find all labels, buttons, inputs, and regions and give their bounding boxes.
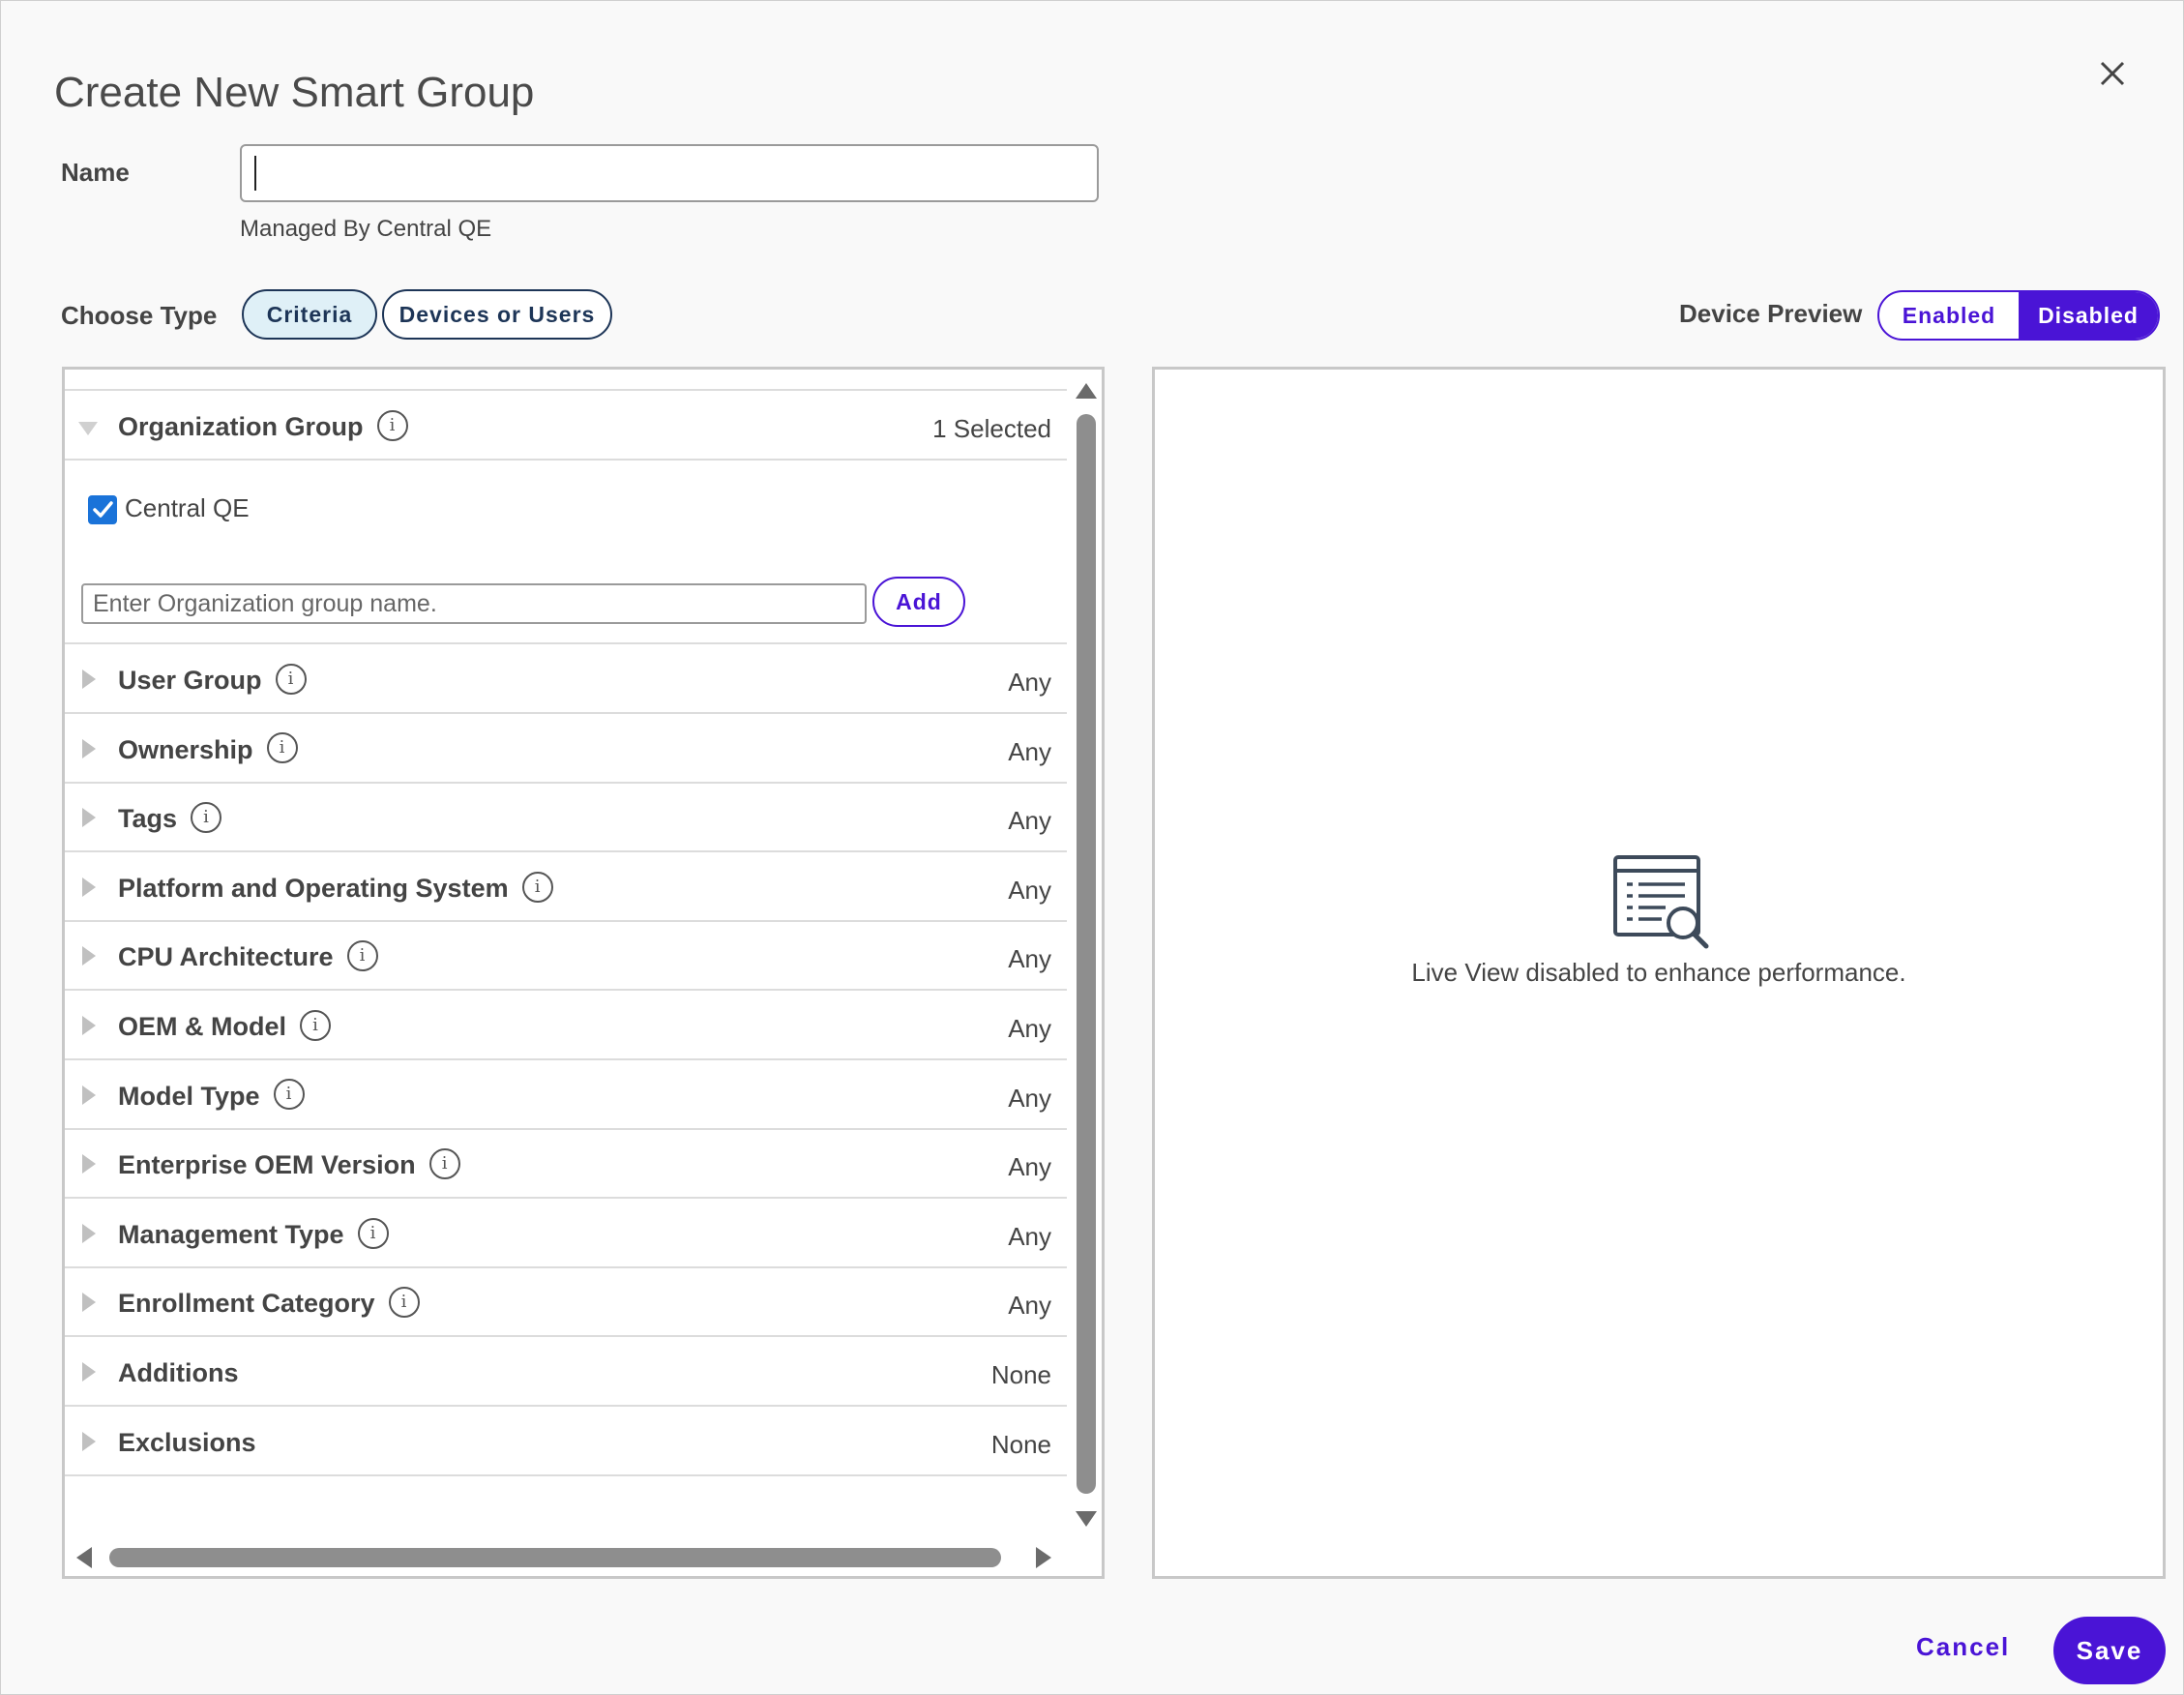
info-icon[interactable]: i — [346, 940, 378, 972]
organization-group-expanded: Central QE Add — [65, 461, 1067, 644]
criteria-row-additions[interactable]: Additions None — [65, 1339, 1067, 1407]
expand-caret-icon[interactable] — [82, 1293, 96, 1313]
criteria-label: Tags — [118, 804, 178, 834]
choose-type-label: Choose Type — [61, 301, 218, 330]
report-search-icon — [1613, 855, 1709, 949]
criteria-value: Any — [1008, 1221, 1051, 1251]
criteria-row-enterprise-oem-version[interactable]: Enterprise OEM Version i Any — [65, 1131, 1067, 1200]
vertical-scroll-thumb[interactable] — [1077, 414, 1096, 1494]
managed-by-text: Managed By Central QE — [240, 216, 492, 242]
device-preview-panel: Live View disabled to enhance performanc… — [1152, 367, 2166, 1579]
device-preview-disabled[interactable]: Disabled — [2019, 292, 2158, 339]
info-icon[interactable]: i — [275, 663, 307, 695]
horizontal-scrollbar[interactable] — [65, 1540, 1102, 1575]
criteria-value: Any — [1008, 736, 1051, 766]
scroll-down-arrow-icon[interactable] — [1076, 1511, 1097, 1527]
add-button[interactable]: Add — [872, 577, 965, 627]
name-label: Name — [61, 158, 130, 187]
horizontal-scroll-thumb[interactable] — [109, 1548, 1001, 1567]
create-smart-group-dialog: Create New Smart Group Name Managed By C… — [0, 0, 2184, 1695]
expand-caret-icon[interactable] — [82, 738, 96, 758]
criteria-row-management-type[interactable]: Management Type i Any — [65, 1201, 1067, 1268]
text-cursor — [254, 156, 256, 191]
criteria-row-exclusions[interactable]: Exclusions None — [65, 1409, 1067, 1476]
criteria-label: OEM & Model — [118, 1012, 286, 1041]
criteria-label: User Group — [118, 666, 262, 695]
scroll-right-arrow-icon[interactable] — [1036, 1547, 1051, 1568]
expand-caret-icon[interactable] — [82, 808, 96, 828]
criteria-value: Any — [1008, 875, 1051, 905]
criteria-label: Additions — [118, 1358, 239, 1387]
criteria-label: CPU Architecture — [118, 942, 334, 972]
criteria-label: Exclusions — [118, 1427, 256, 1457]
collapse-caret-icon[interactable] — [78, 422, 98, 435]
device-preview-enabled[interactable]: Enabled — [1879, 292, 2019, 339]
expand-caret-icon[interactable] — [82, 1085, 96, 1105]
scroll-left-arrow-icon[interactable] — [76, 1547, 92, 1568]
central-qe-checkbox[interactable] — [88, 495, 117, 524]
info-icon[interactable]: i — [521, 871, 553, 903]
criteria-label: Enterprise OEM Version — [118, 1150, 416, 1180]
criteria-label: Enrollment Category — [118, 1289, 375, 1319]
criteria-value: Any — [1008, 1083, 1051, 1113]
close-button[interactable] — [2090, 51, 2135, 96]
criteria-value: Any — [1008, 1014, 1051, 1043]
criteria-label: Ownership — [118, 734, 253, 764]
criteria-value: Any — [1008, 668, 1051, 697]
cancel-button[interactable]: Cancel — [1916, 1632, 2010, 1662]
expand-caret-icon[interactable] — [82, 1016, 96, 1035]
criteria-value: None — [990, 1360, 1051, 1389]
info-icon[interactable]: i — [428, 1148, 460, 1180]
criteria-row-ownership[interactable]: Ownership i Any — [65, 716, 1067, 784]
choose-type-devices-or-users[interactable]: Devices or Users — [382, 289, 612, 340]
divider — [65, 389, 1067, 391]
criteria-panel: Organization Group i 1 Selected Central Q… — [62, 367, 1105, 1579]
info-icon[interactable]: i — [300, 1009, 331, 1041]
criteria-label: Model Type — [118, 1081, 260, 1111]
criteria-value: Any — [1008, 944, 1051, 974]
criteria-label: Management Type — [118, 1219, 344, 1249]
criteria-value: Any — [1008, 1152, 1051, 1182]
criteria-row-tags[interactable]: Tags i Any — [65, 785, 1067, 853]
organization-group-input[interactable] — [81, 583, 867, 624]
criteria-value: Any — [1008, 1291, 1051, 1321]
device-preview-label: Device Preview — [1679, 299, 1863, 328]
choose-type-criteria[interactable]: Criteria — [242, 289, 377, 340]
expand-caret-icon[interactable] — [82, 946, 96, 966]
vertical-scrollbar[interactable] — [1071, 370, 1102, 1527]
device-preview-toggle: Enabled Disabled — [1877, 290, 2160, 341]
scroll-up-arrow-icon[interactable] — [1076, 383, 1097, 399]
criteria-row-organization-group[interactable]: Organization Group i 1 Selected — [65, 393, 1067, 461]
live-view-disabled-message: Live View disabled to enhance performanc… — [1411, 958, 1906, 987]
expand-caret-icon[interactable] — [82, 1223, 96, 1243]
expand-caret-icon[interactable] — [82, 669, 96, 689]
name-input[interactable] — [240, 144, 1099, 202]
info-icon[interactable]: i — [357, 1217, 389, 1249]
info-icon[interactable]: i — [376, 409, 408, 441]
expand-caret-icon[interactable] — [82, 1154, 96, 1175]
criteria-row-user-group[interactable]: User Group i Any — [65, 646, 1067, 714]
criteria-value: Any — [1008, 806, 1051, 836]
criteria-row-cpu-architecture[interactable]: CPU Architecture i Any — [65, 923, 1067, 992]
checkbox-label: Central QE — [125, 493, 250, 522]
checkmark-icon — [93, 501, 113, 518]
info-icon[interactable]: i — [191, 802, 222, 834]
close-icon — [2100, 61, 2125, 86]
criteria-row-enrollment-category[interactable]: Enrollment Category i Any — [65, 1269, 1067, 1338]
criteria-row-oem-model[interactable]: OEM & Model i Any — [65, 993, 1067, 1060]
expand-caret-icon[interactable] — [82, 1362, 96, 1382]
expand-caret-icon[interactable] — [82, 877, 96, 897]
criteria-label: Organization Group — [118, 412, 364, 441]
criteria-label: Platform and Operating System — [118, 873, 509, 903]
criteria-value: None — [990, 1429, 1051, 1459]
criteria-value: 1 Selected — [932, 414, 1051, 443]
save-button[interactable]: Save — [2053, 1617, 2166, 1684]
criteria-row-platform-and-operating-system[interactable]: Platform and Operating System i Any — [65, 854, 1067, 922]
info-icon[interactable]: i — [273, 1079, 305, 1111]
info-icon[interactable]: i — [266, 732, 298, 764]
dialog-title: Create New Smart Group — [54, 69, 535, 116]
expand-caret-icon[interactable] — [82, 1431, 96, 1451]
criteria-row-model-type[interactable]: Model Type i Any — [65, 1062, 1067, 1130]
info-icon[interactable]: i — [388, 1287, 420, 1319]
